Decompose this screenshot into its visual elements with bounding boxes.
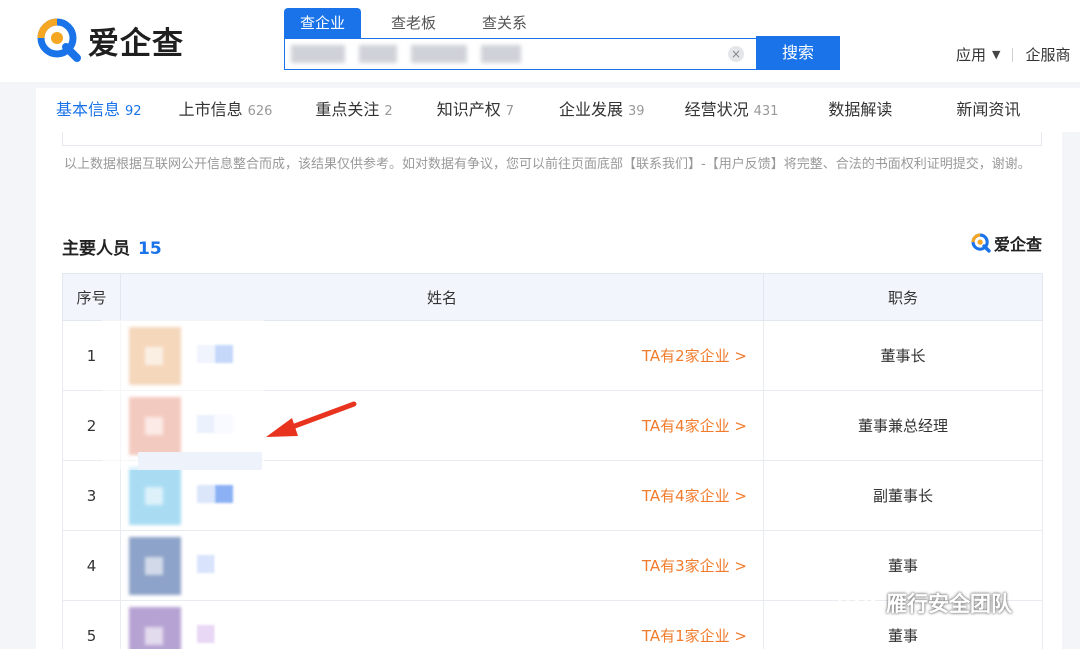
aiqicha-logo[interactable]: 爱企查 [34,15,184,65]
header-divider [1012,47,1014,62]
tab-search-relation[interactable]: 查关系 [466,8,543,38]
nav-basic-info[interactable]: 基本信息 92 [56,88,142,132]
related-companies-link[interactable]: TA有4家企业 > [642,485,747,506]
caret-down-icon[interactable]: ▼ [992,48,1000,61]
nav-data-insight[interactable]: 数据解读 [828,88,892,132]
person-name-cell: TA有4家企业 > [120,460,764,531]
nav-count: 2 [384,104,393,119]
nav-news[interactable]: 新闻资讯 [956,88,1020,132]
logo-text: 爱企查 [88,25,184,62]
related-companies-link[interactable]: TA有1家企业 > [642,625,747,646]
person-position: 董事兼总经理 [763,390,1043,461]
avatar[interactable] [129,537,181,595]
col-header-position: 职务 [763,273,1043,321]
nav-listing-info[interactable]: 上市信息 626 [179,88,273,132]
header-right-menu: 应用 ▼ 企服商 [956,44,1071,65]
section-brand-logo: 爱企查 [970,231,1042,255]
section-title-text: 主要人员 [62,239,130,259]
nav-label: 数据解读 [828,100,893,119]
nav-development[interactable]: 企业发展 39 [559,88,645,132]
nav-key-focus[interactable]: 重点关注 2 [315,88,392,132]
col-header-name: 姓名 [120,273,764,321]
col-header-index: 序号 [62,273,121,321]
nav-label: 经营状况 [684,100,749,119]
table-header-row: 序号 姓名 职务 [62,273,1043,321]
related-companies-link[interactable]: TA有4家企业 > [642,415,747,436]
related-companies-link[interactable]: TA有2家企业 > [642,345,747,366]
red-arrow-annotation [266,401,357,437]
search-button[interactable]: 搜索 [756,36,840,70]
table-row: 3 TA有4家企业 > 副董事长 [62,460,1043,531]
nav-label: 知识产权 [436,100,501,119]
service-link[interactable]: 企服商 [1025,44,1070,65]
avatar[interactable] [129,467,181,525]
avatar[interactable] [129,607,181,649]
person-name-redacted[interactable] [197,555,233,573]
nav-operations[interactable]: 经营状况 431 [685,88,779,132]
tab-search-boss[interactable]: 查老板 [375,8,452,38]
tab-search-company[interactable]: 查企业 [284,8,362,38]
nav-ip[interactable]: 知识产权 7 [437,88,514,132]
watermark-text: 雁行安全团队 [886,592,1012,616]
search-query-redacted [291,45,521,63]
top-header: 爱企查 查企业 查老板 查关系 × 搜索 应用 ▼ 企服商 [0,0,1080,82]
logo-q-icon [37,18,81,62]
search-input[interactable]: × [284,38,758,70]
search-tabs: 查企业 查老板 查关系 [284,8,557,38]
row-index: 5 [62,600,121,649]
wechat-icon [838,589,878,616]
nav-label: 企业发展 [559,100,624,119]
person-position: 副董事长 [763,460,1043,531]
nav-count: 92 [125,104,142,119]
prev-section-border [62,132,1042,146]
related-companies-link[interactable]: TA有3家企业 > [642,555,747,576]
blur-overlay [102,320,264,470]
nav-count: 626 [247,104,273,119]
nav-label: 上市信息 [178,100,243,119]
nav-count: 7 [505,104,514,119]
nav-label: 新闻资讯 [956,100,1021,119]
person-name-cell: TA有1家企业 > [120,600,764,649]
nav-label: 重点关注 [315,100,380,119]
person-position: 董事长 [763,320,1043,391]
wechat-watermark: 雁行安全团队 [838,588,1012,618]
person-name-cell: TA有3家企业 > [120,530,764,601]
section-count: 15 [138,239,162,259]
section-title: 主要人员 15 [62,234,162,259]
row-index: 3 [62,460,121,531]
person-name-redacted[interactable] [197,625,233,643]
company-nav: 基本信息 92 上市信息 626 重点关注 2 知识产权 7 企业发展 39 经营状况 43… [36,88,1080,132]
nav-count: 431 [753,104,779,119]
row-index: 4 [62,530,121,601]
blur-band [138,452,262,470]
disclaimer-text: 以上数据根据互联网公开信息整合而成，该结果仅供参考。如对数据有争议，您可以前往页… [64,157,1031,172]
section-brand-text: 爱企查 [994,235,1043,254]
clear-icon[interactable]: × [728,46,744,62]
person-name-redacted[interactable] [197,485,233,503]
nav-label: 基本信息 [56,100,121,119]
nav-count: 39 [628,104,645,119]
logo-q-icon [971,233,991,253]
apps-menu[interactable]: 应用 [956,44,986,65]
